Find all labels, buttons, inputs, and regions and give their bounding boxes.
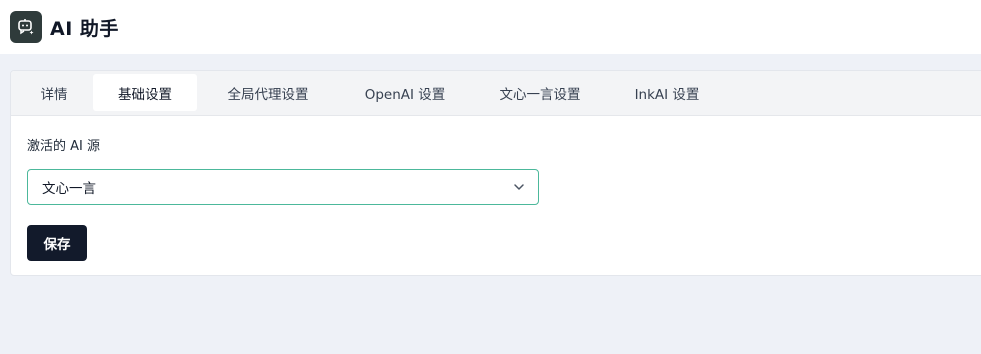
chevron-down-icon [514,184,524,190]
save-button[interactable]: 保存 [27,225,87,261]
tab-bar: 详情 基础设置 全局代理设置 OpenAI 设置 文心一言设置 InkAI 设置 [11,71,981,116]
basic-settings-content: 激活的 AI 源 文心一言 保存 [11,135,981,261]
settings-panel: 详情 基础设置 全局代理设置 OpenAI 设置 文心一言设置 InkAI 设置… [10,70,981,276]
active-source-select[interactable]: 文心一言 [27,169,539,205]
app-title: AI 助手 [50,17,119,40]
tab-inkai-settings[interactable]: InkAI 设置 [609,74,725,111]
robot-sparkle-icon [10,11,42,43]
active-source-value: 文心一言 [42,181,96,197]
tab-wenxin-settings[interactable]: 文心一言设置 [471,74,609,111]
top-bar: AI 助手 [0,0,981,54]
active-source-label: 激活的 AI 源 [27,139,100,154]
tab-openai-settings[interactable]: OpenAI 设置 [339,74,471,111]
tab-basic-settings[interactable]: 基础设置 [93,74,197,111]
tab-global-proxy-settings[interactable]: 全局代理设置 [197,74,339,111]
tab-details[interactable]: 详情 [15,74,93,111]
